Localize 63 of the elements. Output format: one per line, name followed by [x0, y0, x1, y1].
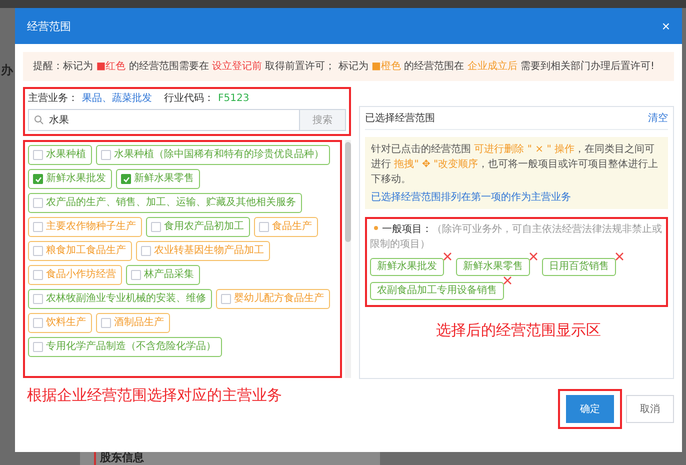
search-field[interactable]: 水果 — [28, 109, 300, 131]
panel-title: 已选择经营范围 — [365, 112, 435, 125]
scope-item[interactable]: 食用农产品初加工 — [146, 217, 250, 237]
main-business-label: 主营业务： — [28, 92, 78, 106]
hint-text: 针对已点击的经营范围 可进行删除 " × " 操作，在同类目之间可进行 拖拽" ✥ "改变顺序，也可将一般项目或许可项目整体进行上下移动。 — [371, 142, 660, 187]
scope-item[interactable]: 粮食加工食品生产 — [28, 241, 132, 261]
checkbox[interactable] — [33, 222, 43, 232]
selected-scope-chip[interactable]: 新鲜水果零售 — [456, 258, 530, 276]
clear-link[interactable]: 清空 — [648, 111, 668, 125]
delete-icon[interactable] — [529, 252, 538, 261]
checkbox[interactable] — [33, 270, 43, 280]
delete-icon[interactable] — [503, 276, 512, 285]
selected-scope-chip[interactable]: 新鲜水果批发 — [370, 258, 444, 276]
scope-item[interactable]: 婴幼儿配方食品生产 — [216, 289, 330, 309]
checkbox[interactable] — [221, 294, 231, 304]
search-button[interactable]: 搜索 — [300, 109, 346, 131]
scope-item[interactable]: 水果种植 — [28, 145, 92, 165]
checkbox[interactable] — [131, 270, 141, 280]
main-business-value: 果品、蔬菜批发 — [82, 92, 152, 106]
scope-item[interactable]: 新鲜水果零售 — [116, 169, 200, 189]
confirm-button[interactable]: 确定 — [566, 395, 614, 423]
scope-item[interactable]: 食品生产 — [254, 217, 318, 237]
scope-item[interactable]: 新鲜水果批发 — [28, 169, 112, 189]
scope-item[interactable]: 农林牧副渔业专业机械的安装、维修 — [28, 289, 212, 309]
scrollbar[interactable] — [345, 140, 351, 378]
annotation-text: 选择后的经营范围显示区 — [436, 321, 601, 340]
scope-item[interactable]: 主要农作物种子生产 — [28, 217, 142, 237]
notice-text: 提醒：标记为 ■红色 的经营范围需要在 设立登记前 取得前置许可； 标记为 ■橙色 的经营范围在 企业成立后 需要到相关部门办理后置许可! — [23, 52, 674, 81]
checkbox[interactable] — [33, 294, 43, 304]
dialog-title: 经营范围 — [27, 18, 71, 34]
group-heading: 一般项目：（除许可业务外，可自主依法经营法律法规非禁止或限制的项目） — [370, 222, 663, 252]
checkbox[interactable] — [151, 222, 161, 232]
scope-item[interactable]: 农产品的生产、销售、加工、运输、贮藏及其他相关服务 — [28, 193, 302, 213]
scope-item[interactable]: 酒制品生产 — [96, 313, 170, 333]
annotation-text: 根据企业经营范围选择对应的主营业务 — [27, 386, 282, 405]
checkbox[interactable] — [141, 246, 151, 256]
delete-icon[interactable] — [615, 252, 624, 261]
selected-scope-chip[interactable]: 农副食品加工专用设备销售 — [370, 282, 504, 300]
cancel-button[interactable]: 取消 — [626, 395, 674, 423]
checkbox[interactable] — [33, 246, 43, 256]
scope-item[interactable]: 食品小作坊经营 — [28, 265, 122, 285]
checkbox[interactable] — [259, 222, 269, 232]
industry-code-label: 行业代码： — [164, 92, 214, 106]
checkbox[interactable] — [33, 342, 43, 352]
scope-item[interactable]: 专用化学产品制造（不含危险化学品） — [28, 337, 222, 357]
checkbox[interactable] — [33, 318, 43, 328]
checkbox[interactable] — [101, 318, 111, 328]
checkbox[interactable] — [33, 198, 43, 208]
checkbox[interactable] — [33, 174, 43, 184]
scope-item[interactable]: 水果种植（除中国稀有和特有的珍贵优良品种） — [96, 145, 330, 165]
checkbox[interactable] — [121, 174, 131, 184]
industry-code: F5123 — [218, 92, 250, 106]
selected-scope-chip[interactable]: 日用百货销售 — [542, 258, 616, 276]
scope-item[interactable]: 林产品采集 — [126, 265, 200, 285]
scope-item[interactable]: 饮料生产 — [28, 313, 92, 333]
search-icon — [34, 115, 44, 125]
scope-item[interactable]: 农业转基因生物产品加工 — [136, 241, 270, 261]
delete-icon[interactable] — [443, 252, 452, 261]
checkbox[interactable] — [33, 150, 43, 160]
close-button[interactable]: × — [662, 18, 670, 34]
hint-note: 已选择经营范围排列在第一项的作为主营业务 — [371, 190, 572, 204]
checkbox[interactable] — [101, 150, 111, 160]
background-text: 办 — [1, 62, 13, 79]
